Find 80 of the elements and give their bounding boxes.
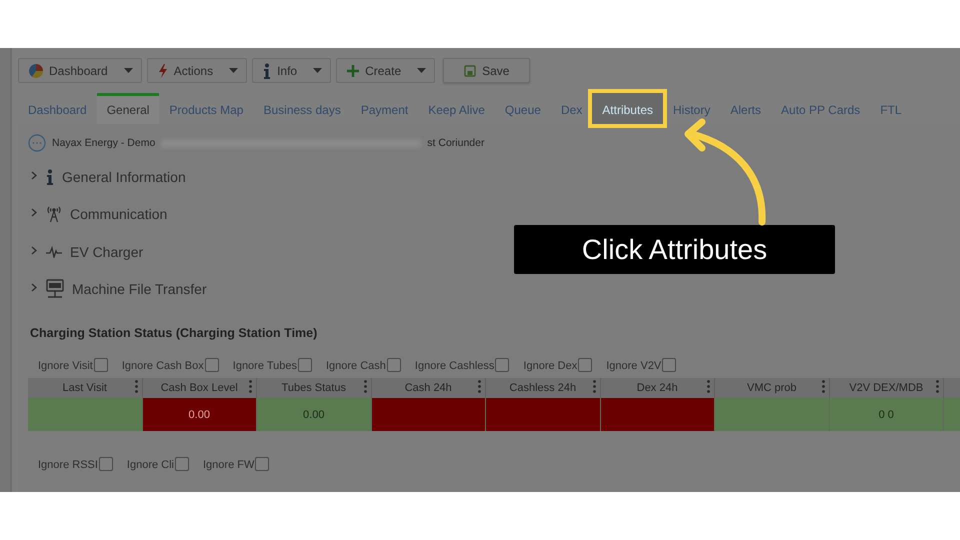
account-name: st Coriunder: [427, 137, 484, 149]
checkbox-label: Ignore Tubes: [232, 360, 297, 372]
checkbox[interactable]: [578, 358, 592, 372]
chevron-right-icon: [31, 208, 37, 218]
checkbox-label: Ignore FW: [203, 459, 254, 471]
tab[interactable]: FTL: [870, 93, 912, 124]
column-header: Cash Box Level: [142, 378, 257, 398]
antenna-icon: [46, 205, 62, 224]
caret-icon: [313, 68, 322, 73]
checkbox[interactable]: [495, 358, 510, 372]
computer-icon: [46, 279, 64, 300]
kebab-menu-icon: [707, 380, 710, 393]
dropdown-button[interactable]: Dashboard: [18, 58, 142, 83]
checkbox-label: Ignore Cash: [326, 360, 386, 372]
tab[interactable]: Products Map: [159, 93, 254, 124]
plus-icon: [347, 64, 360, 76]
pulse-icon: [46, 246, 62, 258]
caret-icon: [124, 68, 133, 73]
chevron-right-icon: [31, 170, 37, 180]
save-button[interactable]: Save: [443, 58, 530, 83]
info-icon: [46, 168, 54, 185]
status-cell: 0.00: [257, 398, 372, 431]
tab[interactable]: Attributes: [592, 93, 663, 124]
column-header: Tubes Status: [257, 378, 372, 398]
tab[interactable]: Auto PP Cards: [771, 93, 870, 124]
tab[interactable]: Business days: [253, 93, 351, 124]
checkbox[interactable]: [94, 358, 108, 372]
kebab-menu-icon: [134, 380, 138, 393]
chevron-right-icon: [31, 283, 37, 292]
column-header: Cash 24h: [372, 378, 486, 398]
checkbox[interactable]: [98, 457, 113, 471]
section-header[interactable]: General Information: [28, 158, 960, 196]
section-title: Charging Station Status (Charging Station Time): [30, 326, 318, 340]
callout-label: Click Attributes: [514, 225, 835, 274]
column-header: Cashless 24h: [486, 378, 600, 398]
chevron-right-icon: [31, 246, 37, 255]
checkbox-label: Ignore Visit: [38, 360, 93, 372]
pie-chart-icon: [29, 64, 43, 78]
column-header: Dex 24h: [600, 378, 715, 398]
info-icon: [263, 62, 272, 78]
checkbox[interactable]: [204, 358, 219, 372]
tab[interactable]: Dashboard: [18, 93, 97, 124]
kebab-menu-icon: [822, 380, 824, 393]
lightning-icon: [158, 64, 168, 78]
tab[interactable]: Dex: [550, 93, 592, 124]
kebab-menu-icon: [478, 380, 481, 393]
tab[interactable]: History: [663, 93, 720, 124]
dropdown-button[interactable]: Create: [336, 58, 436, 83]
checkbox-label: Ignore Cashless: [414, 360, 494, 372]
kebab-menu-icon: [364, 380, 366, 393]
tab[interactable]: Payment: [350, 93, 418, 124]
checkbox-label: Ignore Dex: [523, 360, 578, 372]
checkbox-label: Ignore RSSI: [38, 459, 98, 471]
more-icon: [28, 134, 46, 152]
checkbox[interactable]: [175, 457, 189, 471]
checkbox-label: Ignore Cash Box: [122, 360, 204, 372]
checkbox[interactable]: [298, 358, 312, 372]
kebab-menu-icon: [249, 380, 252, 393]
caret-icon: [229, 68, 238, 73]
column-header: Last Visit: [28, 378, 142, 398]
dropdown-button[interactable]: Actions: [146, 58, 248, 83]
checkbox[interactable]: [255, 457, 270, 471]
checkbox[interactable]: [662, 358, 676, 372]
account-name: Nayax Energy - Demo: [52, 137, 156, 149]
status-cell: 0.00: [142, 398, 257, 431]
tab[interactable]: General: [96, 93, 160, 124]
checkbox-label: Ignore Cli: [126, 459, 174, 471]
checkbox-label: Ignore V2V: [606, 360, 662, 372]
column-header: V2V DEX/MDB: [830, 378, 944, 398]
tab[interactable]: Alerts: [720, 93, 772, 124]
kebab-menu-icon: [592, 380, 596, 393]
column-header: VMC prob: [715, 378, 830, 398]
checkbox[interactable]: [386, 358, 401, 372]
dropdown-button[interactable]: Info: [252, 58, 332, 83]
save-icon: [464, 64, 476, 76]
tab[interactable]: Keep Alive: [418, 93, 495, 124]
status-cell: 0 0: [830, 398, 944, 431]
caret-icon: [417, 68, 426, 73]
tab[interactable]: Queue: [494, 93, 551, 124]
kebab-menu-icon: [936, 380, 939, 393]
